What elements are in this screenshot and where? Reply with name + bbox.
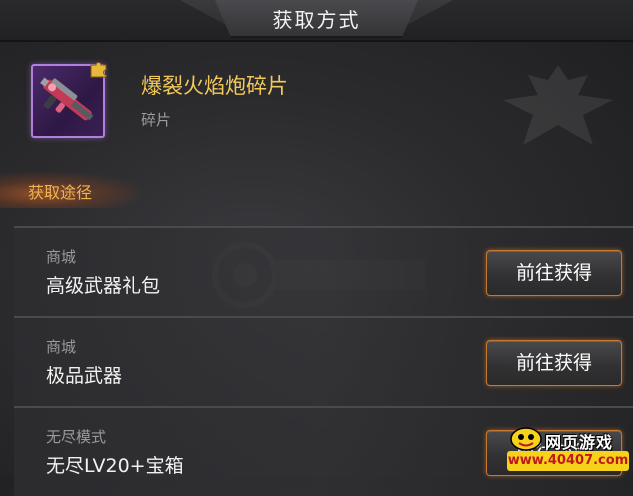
source-category: 商城 (46, 248, 77, 266)
item-type: 碎片 (141, 111, 172, 129)
watermark-url: www.40407.com (507, 451, 629, 471)
source-category: 商城 (46, 338, 77, 356)
section-label: 获取途径 (28, 183, 93, 202)
source-name: 无尽LV20+宝箱 (46, 455, 184, 477)
source-row: 商城 极品武器 前往获得 (14, 316, 633, 406)
item-name: 爆裂火焰炮碎片 (141, 74, 288, 98)
go-obtain-button[interactable]: 前往获得 (486, 250, 622, 296)
mascot-logo-icon (510, 427, 542, 451)
puzzle-piece-icon (90, 62, 107, 78)
source-category: 无尽模式 (46, 428, 107, 446)
eagle-emblem-background (503, 65, 613, 145)
title-bar: 获取方式 (0, 0, 633, 42)
source-name: 极品武器 (46, 365, 123, 387)
go-obtain-button[interactable]: 前往获得 (486, 340, 622, 386)
source-row: 商城 高级武器礼包 前往获得 (14, 226, 633, 316)
site-watermark: 网页游戏 www.40407.com (503, 425, 631, 475)
page-title: 获取方式 (272, 8, 361, 32)
source-name: 高级武器礼包 (46, 275, 161, 297)
watermark-title: 网页游戏 (545, 433, 614, 452)
